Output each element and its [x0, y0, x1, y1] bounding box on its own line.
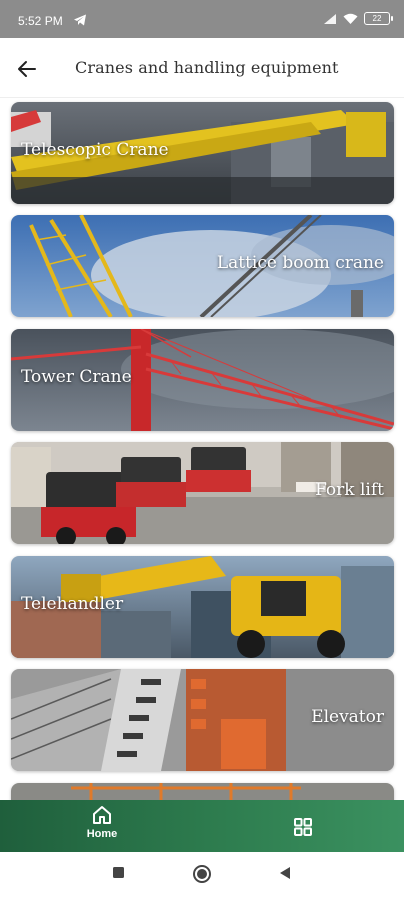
- status-icons: 22: [323, 12, 393, 25]
- telegram-icon: [74, 14, 86, 26]
- home-circle-icon[interactable]: [192, 864, 212, 884]
- status-time: 5:52 PM: [18, 14, 63, 28]
- card-label: Lattice boom crane: [216, 253, 384, 273]
- card-tower-crane[interactable]: Tower Crane: [11, 329, 394, 431]
- equipment-list[interactable]: Telescopic Crane Lattice boom crane Towe…: [0, 98, 404, 800]
- back-button[interactable]: [12, 54, 42, 84]
- card-label: Fork lift: [315, 480, 384, 500]
- card-lattice-boom-crane[interactable]: Lattice boom crane: [11, 215, 394, 317]
- scaffolding-image: [11, 783, 394, 800]
- status-bar: 5:52 PM 22: [0, 0, 404, 38]
- card-label: Telescopic Crane: [21, 140, 169, 160]
- card-label: Elevator: [311, 707, 384, 727]
- page-title: Cranes and handling equipment: [75, 58, 339, 77]
- back-triangle-icon[interactable]: [278, 866, 292, 880]
- card-label: Tower Crane: [21, 367, 132, 387]
- recents-icon[interactable]: [112, 866, 126, 880]
- home-icon: [93, 806, 111, 824]
- system-nav-bar: [0, 852, 404, 900]
- grid-icon: [294, 818, 312, 836]
- signal-icon: [324, 13, 336, 24]
- card-telehandler[interactable]: Telehandler: [11, 556, 394, 658]
- card-fork-lift[interactable]: Fork lift: [11, 442, 394, 544]
- battery-icon: 22: [364, 12, 393, 25]
- nav-grid-button[interactable]: [290, 814, 316, 840]
- battery-level: 22: [372, 14, 382, 23]
- arrow-left-icon: [18, 61, 36, 77]
- app-screen: 5:52 PM 22 Cranes and handling equipment: [0, 0, 404, 900]
- card-telescopic-crane[interactable]: Telescopic Crane: [11, 102, 394, 204]
- app-header: Cranes and handling equipment: [0, 38, 404, 98]
- bottom-nav: Home: [0, 800, 404, 852]
- nav-home-label: Home: [86, 828, 118, 840]
- card-label: Telehandler: [21, 594, 124, 614]
- wifi-icon: [343, 13, 358, 24]
- nav-home-button[interactable]: Home: [74, 804, 130, 850]
- card-elevator[interactable]: Elevator: [11, 669, 394, 771]
- card-next-partial[interactable]: [11, 783, 394, 800]
